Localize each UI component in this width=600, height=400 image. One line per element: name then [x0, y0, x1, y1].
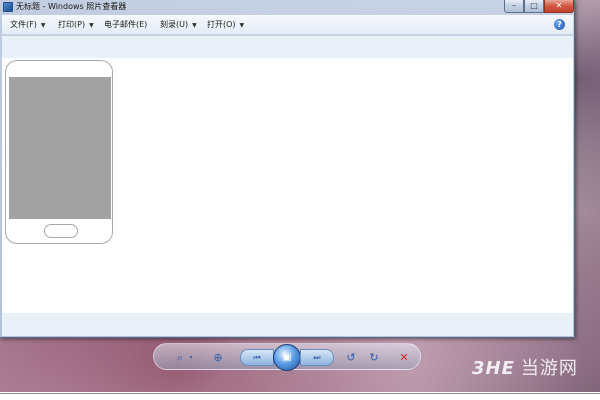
window-title: 无标题 - Windows 照片查看器 — [16, 2, 127, 11]
slideshow-button[interactable]: ▣ — [273, 344, 301, 371]
menu-burn[interactable]: 刻录(U) ▼ — [160, 18, 197, 32]
phone-illustration — [5, 60, 113, 244]
menu-email-label: 电子邮件(E) — [104, 20, 148, 29]
zoom-icon[interactable]: ⌕ — [172, 350, 188, 366]
menu-email[interactable]: 电子邮件(E) — [104, 18, 147, 32]
toolbar-strip — [2, 36, 573, 58]
watermark-text: 当游网 — [520, 358, 578, 379]
image-viewing-area[interactable] — [2, 58, 573, 313]
rotate-counterclockwise-icon[interactable]: ↺ — [343, 350, 359, 366]
minimize-button[interactable]: – — [504, 0, 524, 13]
dropdown-arrow-icon: ▼ — [239, 22, 245, 29]
phone-home-button — [44, 224, 78, 238]
rotate-clockwise-icon[interactable]: ↻ — [366, 350, 382, 366]
actual-size-icon[interactable]: ⊕ — [210, 350, 226, 366]
phone-screen — [9, 77, 111, 219]
site-watermark: 3HE 当游网 — [472, 356, 592, 382]
navigation-bar: ⌕ ▾ ⊕ ⏮ ▣ ⏭ ↺ ↻ ✕ — [153, 343, 421, 371]
dropdown-arrow-icon: ▼ — [40, 22, 46, 29]
previous-button[interactable]: ⏮ — [240, 349, 274, 366]
dropdown-arrow-icon: ▼ — [192, 22, 197, 29]
zoom-dropdown-icon[interactable]: ▾ — [187, 350, 195, 366]
help-icon[interactable]: ? — [554, 19, 565, 30]
desktop-background: 无标题 - Windows 照片查看器 – □ ✕ 文件(F) ▼ 打印(P) ▼ … — [0, 0, 600, 392]
window-bottom-strip — [2, 313, 573, 336]
next-button[interactable]: ⏭ — [300, 349, 334, 366]
photo-viewer-window: 无标题 - Windows 照片查看器 – □ ✕ 文件(F) ▼ 打印(P) ▼ … — [0, 0, 575, 338]
watermark-logo: 3HE — [472, 358, 515, 379]
menu-bar: 文件(F) ▼ 打印(P) ▼ 电子邮件(E) 刻录(U) ▼ 打开(O) ▼ ? — [2, 15, 573, 35]
menu-file[interactable]: 文件(F) ▼ — [10, 18, 45, 32]
delete-icon[interactable]: ✕ — [396, 350, 412, 366]
dropdown-arrow-icon: ▼ — [89, 22, 94, 29]
menu-file-label: 文件(F) — [10, 20, 37, 29]
menu-print-label: 打印(P) — [58, 20, 86, 29]
divider-line — [0, 393, 600, 394]
menu-open[interactable]: 打开(O) ▼ — [207, 18, 244, 32]
menu-burn-label: 刻录(U) — [160, 20, 189, 29]
close-button[interactable]: ✕ — [544, 0, 574, 13]
app-icon — [3, 2, 13, 12]
menu-print[interactable]: 打印(P) ▼ — [58, 18, 94, 32]
menu-open-label: 打开(O) — [207, 20, 236, 29]
title-bar: 无标题 - Windows 照片查看器 – □ ✕ — [0, 0, 575, 14]
maximize-button[interactable]: □ — [524, 0, 544, 13]
